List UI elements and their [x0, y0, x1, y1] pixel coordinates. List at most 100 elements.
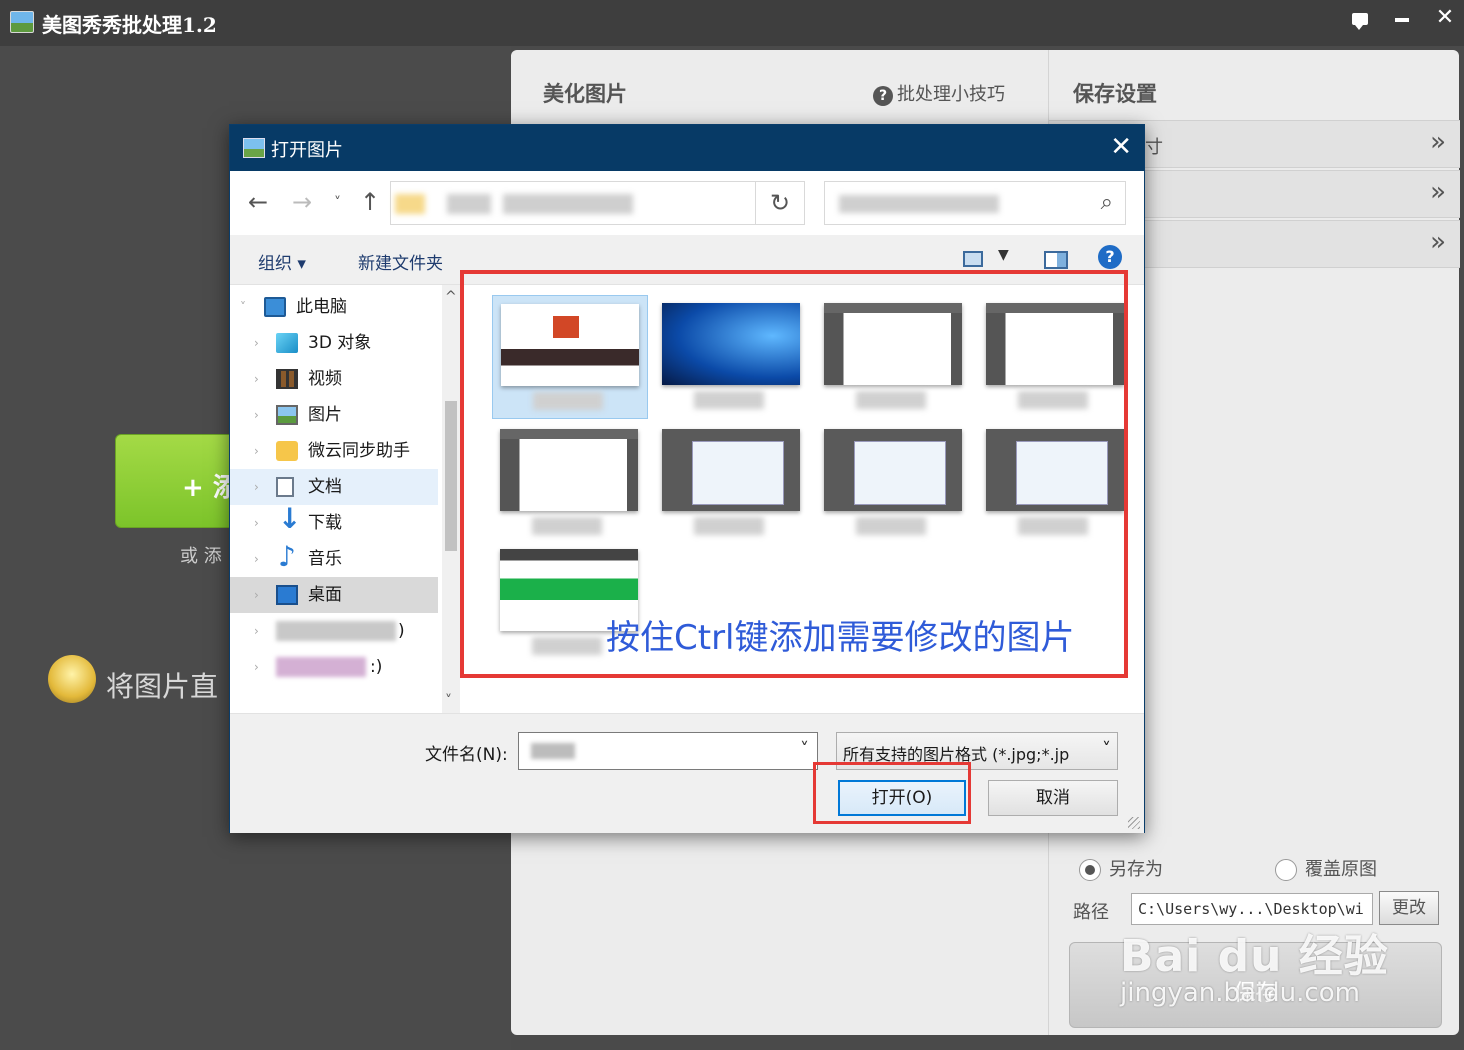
cube-icon [276, 333, 298, 353]
refresh-button[interactable]: ↻ [755, 181, 805, 225]
view-mode-icon[interactable] [963, 251, 983, 267]
scroll-up-icon[interactable]: ^ [445, 289, 457, 305]
expand-chevron-icon[interactable]: › [254, 469, 259, 505]
expand-chevron-icon[interactable]: › [254, 361, 259, 397]
feedback-icon[interactable] [1345, 4, 1375, 32]
tree-item-desktop[interactable]: › 桌面 [230, 577, 438, 613]
question-icon: ? [873, 86, 893, 106]
forward-arrow-icon[interactable]: → [292, 188, 312, 216]
filetype-dropdown-icon: ˅ [1102, 739, 1111, 760]
tree-scrollbar[interactable]: ^ ˅ [442, 285, 460, 713]
back-arrow-icon[interactable]: ← [248, 188, 268, 216]
redacted-path [503, 194, 633, 214]
batch-tips-link[interactable]: ? 批处理小技巧 [873, 80, 1005, 106]
radio-selected-icon [1079, 859, 1101, 881]
save-as-radio[interactable]: 另存为 [1079, 855, 1163, 881]
collapse-chevron-icon[interactable]: ˅ [240, 289, 246, 325]
accordion-label: 寸 [1145, 137, 1163, 158]
expand-chevron-icon[interactable]: › [254, 649, 259, 685]
up-arrow-icon[interactable]: ↑ [360, 188, 380, 216]
overwrite-label: 覆盖原图 [1305, 859, 1377, 880]
path-label: 路径 [1073, 902, 1109, 923]
search-input[interactable]: ⌕ [824, 181, 1126, 225]
close-app-button[interactable]: ✕ [1430, 4, 1460, 32]
navigation-tree: ˅ 此电脑 › 3D 对象 › 视频 › 图片 › 微云同步助手 › 文档 › … [230, 285, 442, 713]
tree-item-drive-1[interactable]: › ) [230, 613, 438, 649]
image-thumbnail[interactable] [978, 421, 1134, 545]
tree-item-3d-objects[interactable]: › 3D 对象 [230, 325, 438, 361]
tree-item-downloads[interactable]: › 下载 [230, 501, 438, 541]
radio-unselected-icon [1275, 859, 1297, 881]
redacted-search-placeholder [839, 195, 999, 213]
download-icon [276, 501, 301, 537]
dialog-title: 打开图片 [271, 140, 343, 161]
tree-item-weiyun[interactable]: › 微云同步助手 [230, 433, 438, 469]
music-icon [276, 539, 298, 575]
new-folder-button[interactable]: 新建文件夹 [358, 249, 443, 274]
save-as-label: 另存为 [1109, 859, 1163, 880]
tree-item-documents[interactable]: › 文档 [230, 469, 438, 505]
desktop-icon [276, 585, 298, 605]
filename-dropdown-icon[interactable]: ˅ [800, 739, 809, 760]
expand-chevron-icon[interactable]: › [254, 577, 259, 613]
annotation-instruction: 按住Ctrl键添加需要修改的图片 [606, 618, 1075, 658]
dialog-picture-icon [243, 138, 265, 158]
app-titlebar: 美图秀秀批处理1.2 ✕ [0, 0, 1464, 46]
drive-icon [276, 621, 396, 641]
minimize-button[interactable] [1387, 4, 1417, 32]
redacted-filename [531, 743, 575, 759]
tree-item-videos[interactable]: › 视频 [230, 361, 438, 397]
recent-locations-icon[interactable]: ˅ [334, 195, 341, 211]
overwrite-radio[interactable]: 覆盖原图 [1275, 855, 1377, 881]
tree-item-pictures[interactable]: › 图片 [230, 397, 438, 433]
organize-button[interactable]: 组织 ▾ [258, 249, 306, 274]
dialog-titlebar: 打开图片 ✕ [230, 125, 1144, 171]
drive-icon [276, 657, 366, 677]
or-add-text: 或 添 [180, 546, 222, 567]
tree-item-this-pc[interactable]: ˅ 此电脑 [230, 289, 438, 325]
image-thumbnail[interactable] [978, 295, 1134, 419]
resize-grip[interactable] [1128, 817, 1140, 829]
film-icon [276, 369, 298, 389]
expand-chevron-icon[interactable]: › [254, 505, 259, 541]
baidu-watermark: Bai du 经验 jingyan.baidu.com [1120, 920, 1389, 1008]
expand-chevron-icon[interactable]: › [254, 613, 259, 649]
expand-chevron-icon[interactable]: › [254, 325, 259, 361]
dialog-close-icon[interactable]: ✕ [1110, 132, 1132, 162]
pc-icon [264, 297, 286, 317]
dialog-footer: 文件名(N): ˅ 所有支持的图片格式 (*.jpg;*.jp ˅ 打开(O) … [230, 713, 1144, 833]
scrollbar-thumb[interactable] [445, 401, 457, 551]
image-thumbnail[interactable] [492, 295, 648, 419]
image-thumbnail[interactable] [492, 421, 648, 545]
cancel-button[interactable]: 取消 [988, 780, 1118, 816]
expand-chevron-icon[interactable]: › [254, 541, 259, 577]
expand-chevron-icon[interactable]: › [254, 397, 259, 433]
tree-item-music[interactable]: › 音乐 [230, 539, 438, 577]
lightbulb-icon [48, 655, 96, 703]
folder-icon [395, 194, 425, 214]
open-button[interactable]: 打开(O) [838, 780, 966, 816]
double-chevron-icon: » [1430, 127, 1446, 157]
scroll-down-icon[interactable]: ˅ [445, 693, 452, 709]
image-thumbnail[interactable] [816, 421, 972, 545]
dialog-toolbar: 组织 ▾ 新建文件夹 ▼ ? [230, 235, 1144, 285]
tree-item-drive-2[interactable]: › :) [230, 649, 438, 685]
image-thumbnail[interactable] [654, 421, 810, 545]
double-chevron-icon: » [1430, 227, 1446, 257]
image-thumbnail[interactable] [654, 295, 810, 419]
redacted-path [447, 194, 491, 214]
filename-input[interactable]: ˅ [518, 732, 818, 770]
expand-chevron-icon[interactable]: › [254, 433, 259, 469]
filetype-select[interactable]: 所有支持的图片格式 (*.jpg;*.jp ˅ [836, 732, 1118, 770]
view-dropdown-icon[interactable]: ▼ [998, 247, 1009, 263]
address-bar[interactable]: ˅ [390, 181, 805, 225]
image-thumbnail[interactable] [816, 295, 972, 419]
beautify-title: 美化图片 [543, 82, 627, 106]
save-settings-title: 保存设置 [1073, 82, 1157, 106]
app-title: 美图秀秀批处理1.2 [42, 13, 217, 37]
document-icon [276, 477, 294, 497]
preview-pane-icon[interactable] [1044, 251, 1068, 269]
picture-icon [276, 405, 298, 425]
filename-label: 文件名(N): [425, 745, 508, 765]
help-icon[interactable]: ? [1098, 245, 1122, 269]
